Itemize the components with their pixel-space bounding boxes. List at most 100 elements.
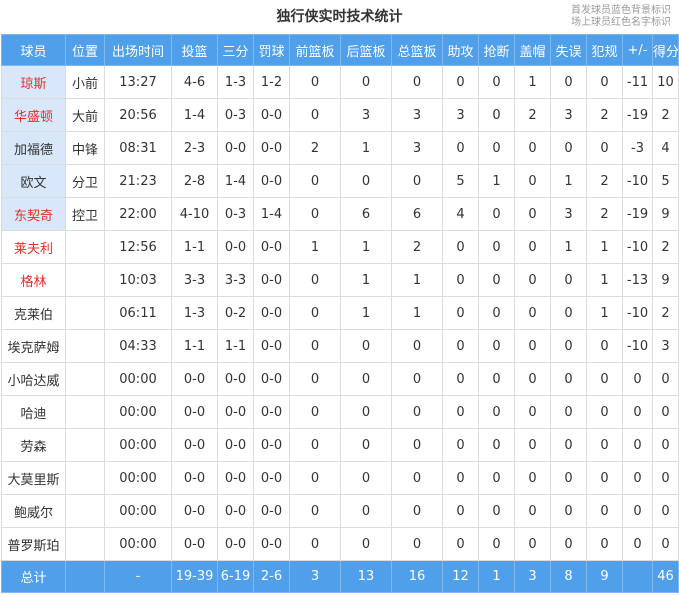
- stat-cell-tov: 0: [550, 461, 587, 495]
- stat-cell-pf: 0: [586, 461, 623, 495]
- total-cell-oreb: 3: [289, 560, 341, 593]
- column-header: 投篮: [171, 34, 218, 66]
- stat-cell-pts: 9: [652, 263, 679, 297]
- stat-cell-dreb: 0: [340, 395, 392, 429]
- stat-cell-fg: 2-3: [171, 131, 218, 165]
- table-row: 克莱伯 06:11 1-3 0-2 0-0 0 1 1 0 0 0 0 1 -10 2: [1, 296, 679, 330]
- stat-cell-tp: 0-0: [217, 131, 254, 165]
- stat-cell-dreb: 1: [340, 296, 392, 330]
- player-name[interactable]: 加福德: [1, 131, 66, 165]
- stat-cell-min: 00:00: [104, 362, 172, 396]
- player-name[interactable]: 鲍威尔: [1, 494, 66, 528]
- stat-cell-dreb: 0: [340, 329, 392, 363]
- stat-cell-ft: 0-0: [253, 395, 290, 429]
- stat-cell-oreb: 0: [289, 263, 341, 297]
- stat-cell-ast: 0: [442, 230, 479, 264]
- stat-cell-pm: -10: [622, 296, 653, 330]
- stat-cell-reb: 2: [391, 230, 443, 264]
- stat-cell-blk: 2: [514, 98, 551, 132]
- stat-cell-tov: 1: [550, 164, 587, 198]
- total-cell-pf: 9: [586, 560, 623, 593]
- column-header: 犯规: [586, 34, 623, 66]
- stat-cell-oreb: 0: [289, 296, 341, 330]
- stat-cell-ft: 0-0: [253, 296, 290, 330]
- stat-cell-oreb: 0: [289, 65, 341, 99]
- stat-cell-pm: -10: [622, 230, 653, 264]
- stat-cell-min: 13:27: [104, 65, 172, 99]
- stat-cell-pos: 小前: [65, 65, 105, 99]
- stat-cell-reb: 0: [391, 461, 443, 495]
- player-name[interactable]: 克莱伯: [1, 296, 66, 330]
- stat-cell-min: 21:23: [104, 164, 172, 198]
- stat-cell-pts: 0: [652, 395, 679, 429]
- page-header: 独行侠实时技术统计 首发球员蓝色背景标识 场上球员红色名字标识: [0, 0, 679, 34]
- legend-oncourt-note: 场上球员红色名字标识: [571, 17, 671, 28]
- player-name[interactable]: 普罗斯珀: [1, 527, 66, 561]
- total-cell-dreb: 13: [340, 560, 392, 593]
- stats-table-footer: 总计 -19-39 6-19 2-6 3 13 16 12 1 3 8 9 46: [1, 560, 679, 593]
- stat-cell-reb: 3: [391, 131, 443, 165]
- stat-cell-dreb: 1: [340, 263, 392, 297]
- stat-cell-pf: 0: [586, 362, 623, 396]
- legend: 首发球员蓝色背景标识 场上球员红色名字标识: [571, 5, 671, 29]
- stat-cell-ast: 0: [442, 395, 479, 429]
- stat-cell-pf: 0: [586, 428, 623, 462]
- column-header: 前篮板: [289, 34, 341, 66]
- stat-cell-stl: 0: [478, 527, 515, 561]
- stat-cell-pts: 2: [652, 296, 679, 330]
- stat-cell-oreb: 1: [289, 230, 341, 264]
- stat-cell-oreb: 2: [289, 131, 341, 165]
- player-name[interactable]: 大莫里斯: [1, 461, 66, 495]
- player-name[interactable]: 东契奇: [1, 197, 66, 231]
- column-header: 位置: [65, 34, 105, 66]
- table-row: 莱夫利 12:56 1-1 0-0 0-0 1 1 2 0 0 0 1 1 -10 2: [1, 230, 679, 264]
- stat-cell-min: 22:00: [104, 197, 172, 231]
- column-header: 助攻: [442, 34, 479, 66]
- stat-cell-oreb: 0: [289, 197, 341, 231]
- stat-cell-pts: 0: [652, 527, 679, 561]
- stat-cell-oreb: 0: [289, 395, 341, 429]
- stat-cell-ast: 0: [442, 296, 479, 330]
- stat-cell-tp: 0-0: [217, 395, 254, 429]
- player-name[interactable]: 小哈达威: [1, 362, 66, 396]
- stat-cell-pos: 控卫: [65, 197, 105, 231]
- stat-cell-blk: 0: [514, 197, 551, 231]
- stat-cell-min: 00:00: [104, 428, 172, 462]
- stat-cell-dreb: 0: [340, 527, 392, 561]
- player-name[interactable]: 琼斯: [1, 65, 66, 99]
- table-row: 鲍威尔 00:00 0-0 0-0 0-0 0 0 0 0 0 0 0 0 0 0: [1, 494, 679, 528]
- stat-cell-ft: 0-0: [253, 461, 290, 495]
- total-cell-min: -: [104, 560, 172, 593]
- stats-table-header: 球员 位置 出场时间 投篮 三分 罚球 前篮板 后篮板 总篮板 助攻 抢断 盖帽 失误 犯规 +/- 得分: [1, 34, 679, 66]
- stat-cell-fg: 0-0: [171, 527, 218, 561]
- stats-table-body: 琼斯 小前 13:27 4-6 1-3 1-2 0 0 0 0 0 1 0 0 -11 10 华盛顿 大前 20:5…: [1, 65, 679, 561]
- header-row: 球员 位置 出场时间 投篮 三分 罚球 前篮板 后篮板 总篮板 助攻 抢断 盖帽 失误 犯规 +/- 得分: [1, 34, 679, 66]
- stat-cell-ft: 0-0: [253, 329, 290, 363]
- player-name[interactable]: 华盛顿: [1, 98, 66, 132]
- player-name[interactable]: 莱夫利: [1, 230, 66, 264]
- player-name[interactable]: 格林: [1, 263, 66, 297]
- player-name[interactable]: 劳森: [1, 428, 66, 462]
- stat-cell-fg: 1-1: [171, 230, 218, 264]
- stat-cell-pm: 0: [622, 362, 653, 396]
- player-name[interactable]: 埃克萨姆: [1, 329, 66, 363]
- stat-cell-pos: 大前: [65, 98, 105, 132]
- stat-cell-pts: 3: [652, 329, 679, 363]
- stat-cell-pts: 0: [652, 428, 679, 462]
- stat-cell-pm: 0: [622, 395, 653, 429]
- table-row: 大莫里斯 00:00 0-0 0-0 0-0 0 0 0 0 0 0 0 0 0 0: [1, 461, 679, 495]
- player-name[interactable]: 欧文: [1, 164, 66, 198]
- stat-cell-pm: 0: [622, 527, 653, 561]
- stat-cell-pm: 0: [622, 428, 653, 462]
- player-name[interactable]: 哈迪: [1, 395, 66, 429]
- stat-cell-stl: 0: [478, 494, 515, 528]
- stat-cell-pos: [65, 527, 105, 561]
- column-header: 得分: [652, 34, 679, 66]
- table-row: 欧文 分卫 21:23 2-8 1-4 0-0 0 0 0 5 1 0 1 2 -10 5: [1, 164, 679, 198]
- stat-cell-tp: 0-0: [217, 362, 254, 396]
- stat-cell-pm: -10: [622, 329, 653, 363]
- stat-cell-blk: 0: [514, 428, 551, 462]
- totals-row: 总计 -19-39 6-19 2-6 3 13 16 12 1 3 8 9 46: [1, 560, 679, 593]
- column-header: 罚球: [253, 34, 290, 66]
- stat-cell-fg: 0-0: [171, 362, 218, 396]
